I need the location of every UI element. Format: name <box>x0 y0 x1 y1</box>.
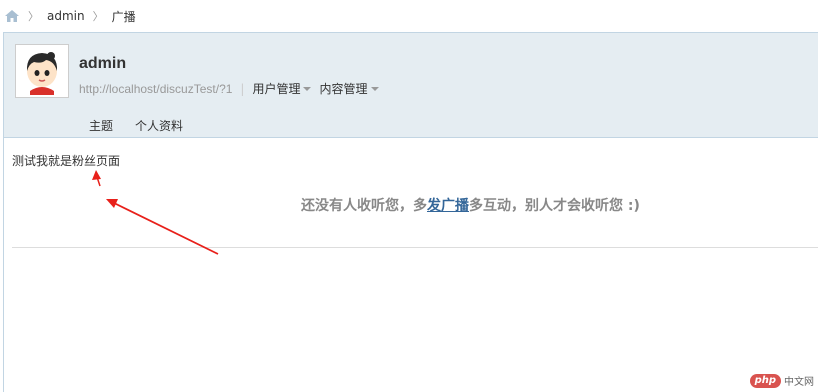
profile-tabs: 主题 个人资料 <box>89 117 205 134</box>
profile-meta: http://localhost/discuzTest/?1 | 用户管理 内容… <box>79 80 387 97</box>
breadcrumb: 〉 admin 〉 广播 <box>4 6 136 26</box>
watermark-text: 中文网 <box>784 377 814 388</box>
chevron-down-icon <box>370 86 379 91</box>
empty-message: 还没有人收听您，多发广播多互动，别人才会收听您 :) <box>301 195 640 215</box>
content-management-menu[interactable]: 内容管理 <box>319 80 379 97</box>
arrow-diagonal-head <box>106 199 118 208</box>
breadcrumb-separator-icon: 〉 <box>92 10 104 23</box>
content-left-border <box>3 138 4 392</box>
home-icon[interactable] <box>4 9 20 23</box>
avatar-image <box>18 47 66 95</box>
user-management-label: 用户管理 <box>252 82 301 96</box>
post-broadcast-link[interactable]: 发广播 <box>427 198 469 214</box>
content-management-label: 内容管理 <box>319 82 368 96</box>
breadcrumb-separator-icon: 〉 <box>28 10 39 23</box>
content-divider <box>12 247 818 248</box>
meta-divider: | <box>240 81 245 96</box>
breadcrumb-link-admin[interactable]: admin <box>47 9 85 23</box>
arrow-up-shaft <box>95 173 101 187</box>
profile-url[interactable]: http://localhost/discuzTest/?1 <box>79 82 232 96</box>
chevron-down-icon <box>303 86 312 91</box>
tab-topics[interactable]: 主题 <box>89 117 113 134</box>
arrow-up-head <box>92 170 101 180</box>
post-text: 测试我就是粉丝页面 <box>12 154 121 168</box>
user-management-menu[interactable]: 用户管理 <box>252 80 312 97</box>
profile-username[interactable]: admin <box>79 55 126 73</box>
tab-profile[interactable]: 个人资料 <box>135 117 183 134</box>
profile-header: admin http://localhost/discuzTest/?1 | 用… <box>3 32 818 138</box>
avatar[interactable] <box>15 44 69 98</box>
php-logo-icon: php <box>749 373 781 388</box>
site-watermark: php 中文网 <box>749 373 814 388</box>
empty-message-prefix: 还没有人收听您，多 <box>301 198 427 214</box>
empty-message-suffix: 多互动，别人才会收听您 :) <box>469 198 640 214</box>
breadcrumb-current: 广播 <box>111 9 136 24</box>
